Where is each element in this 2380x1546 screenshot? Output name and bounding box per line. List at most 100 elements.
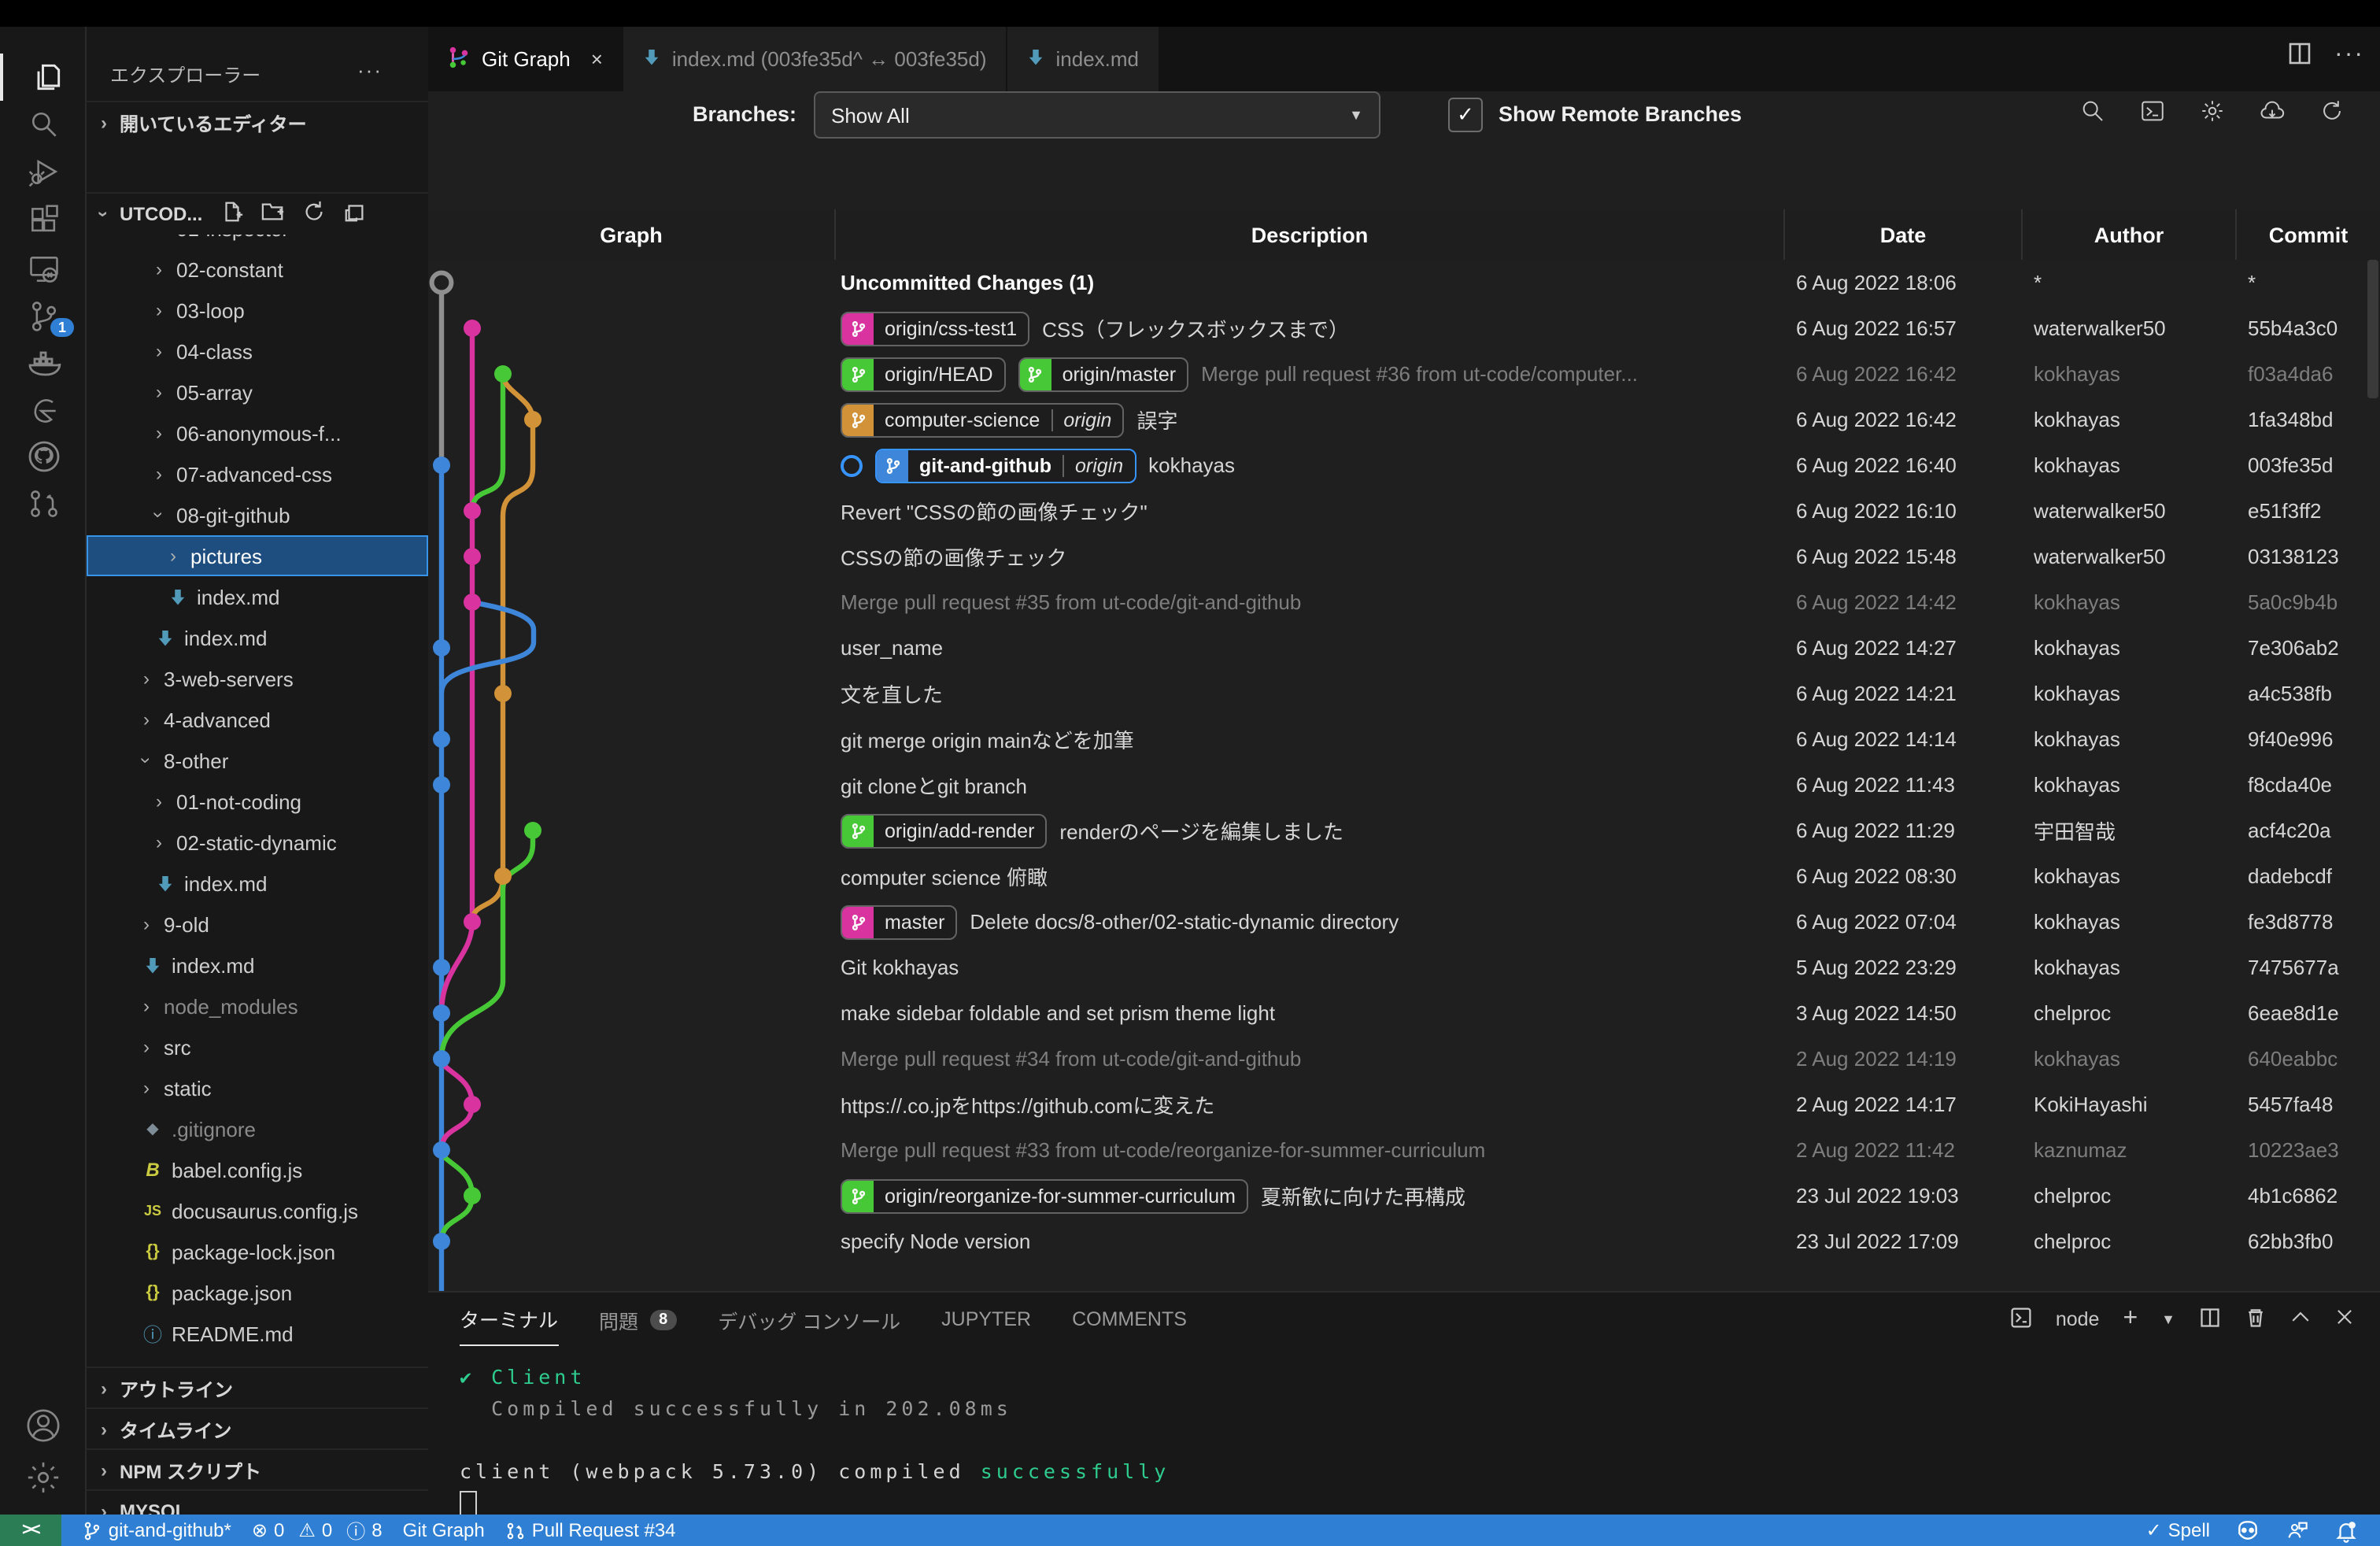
tree-folder-src[interactable]: ›src xyxy=(87,1026,428,1067)
commit-dot[interactable] xyxy=(433,1141,450,1159)
branches-dropdown[interactable]: Show All ▼ xyxy=(814,91,1380,139)
commit-dot[interactable] xyxy=(524,822,541,839)
feedback-icon[interactable] xyxy=(2286,1519,2309,1541)
pull-request-status[interactable]: Pull Request #34 xyxy=(505,1519,676,1541)
refresh-icon[interactable] xyxy=(2319,98,2345,132)
tree-folder-node-modules[interactable]: ›node_modules xyxy=(87,986,428,1026)
tree-file-index-md[interactable]: index.md xyxy=(87,945,428,986)
commit-dot[interactable] xyxy=(433,1050,450,1067)
tab-git-graph[interactable]: Git Graph× xyxy=(428,27,623,91)
commit-dot[interactable] xyxy=(464,548,481,565)
kill-terminal-icon[interactable] xyxy=(2245,1306,2267,1333)
tree-folder-02-static-dynamic[interactable]: ›02-static-dynamic xyxy=(87,822,428,863)
branch-badge[interactable]: master xyxy=(841,904,957,939)
tree-folder-01-not-coding[interactable]: ›01-not-coding xyxy=(87,781,428,822)
git-graph-status[interactable]: Git Graph xyxy=(403,1519,485,1541)
tree-folder-03-loop[interactable]: ›03-loop xyxy=(87,290,428,331)
extensions-icon[interactable] xyxy=(0,197,87,244)
spell-status[interactable]: ✓Spell xyxy=(2146,1519,2211,1541)
panel-tab--[interactable]: ターミナル xyxy=(460,1293,558,1346)
tree-folder-02-constant[interactable]: ›02-constant xyxy=(87,249,428,290)
commit-dot[interactable] xyxy=(464,320,481,337)
branch-badge[interactable]: origin/css-test1 xyxy=(841,311,1029,346)
commit-dot[interactable] xyxy=(433,776,450,793)
account-icon[interactable] xyxy=(0,1401,87,1448)
docker-icon[interactable] xyxy=(0,340,87,387)
commit-dot[interactable] xyxy=(464,502,481,520)
collapse-all-icon[interactable] xyxy=(342,200,366,228)
commit-dot[interactable] xyxy=(464,1187,481,1204)
commit-dot[interactable] xyxy=(433,1004,450,1022)
commit-dot[interactable] xyxy=(494,685,512,702)
panel-tab-comments[interactable]: COMMENTS xyxy=(1072,1293,1187,1346)
col-graph[interactable]: Graph xyxy=(428,209,834,260)
fetch-icon[interactable] xyxy=(2259,98,2286,132)
maximize-panel-icon[interactable] xyxy=(2290,1307,2311,1332)
branch-badge[interactable]: git-and-githuborigin xyxy=(875,448,1136,483)
tree-file--gitignore[interactable]: ◆.gitignore xyxy=(87,1108,428,1149)
tree-file-index-md[interactable]: index.md xyxy=(87,576,428,617)
workspace-section[interactable]: › UTCOD... xyxy=(87,192,428,235)
settings-gear-icon[interactable] xyxy=(0,1453,87,1500)
npm-scripts-section[interactable]: ›NPM スクリプト xyxy=(87,1448,428,1491)
outline-section[interactable]: ›アウトライン xyxy=(87,1367,428,1409)
branch-status[interactable]: git-and-github* xyxy=(82,1519,231,1541)
col-commit[interactable]: Commit xyxy=(2235,209,2380,260)
scrollbar-thumb[interactable] xyxy=(2367,260,2378,398)
tree-folder-9-old[interactable]: ›9-old xyxy=(87,904,428,945)
tree-file-index-md[interactable]: index.md xyxy=(87,617,428,658)
col-date[interactable]: Date xyxy=(1783,209,2021,260)
settings-icon[interactable] xyxy=(2199,98,2226,132)
tree-file-package-lock-json[interactable]: {}package-lock.json xyxy=(87,1231,428,1272)
tree-folder-05-array[interactable]: ›05-array xyxy=(87,372,428,412)
terminal-icon[interactable] xyxy=(2139,98,2166,132)
open-editors-section[interactable]: › 開いているエディター xyxy=(87,101,428,143)
branch-badge[interactable]: computer-scienceorigin xyxy=(841,402,1124,437)
problems-status[interactable]: ⊗0 ⚠0 ⓘ8 xyxy=(252,1517,382,1544)
close-panel-icon[interactable] xyxy=(2334,1307,2355,1332)
branch-badge[interactable]: origin/HEAD xyxy=(841,357,1006,391)
commit-dot[interactable] xyxy=(433,639,450,656)
commit-dot[interactable] xyxy=(464,913,481,930)
new-folder-icon[interactable] xyxy=(261,200,284,228)
timeline-section[interactable]: ›タイムライン xyxy=(87,1407,428,1450)
tree-folder-pictures[interactable]: ›pictures xyxy=(87,535,428,576)
show-remote-branches-checkbox[interactable]: ✓ xyxy=(1448,98,1483,132)
commit-dot[interactable] xyxy=(494,365,512,383)
panel-tab-jupyter[interactable]: JUPYTER xyxy=(941,1293,1031,1346)
split-terminal-icon[interactable] xyxy=(2199,1306,2221,1333)
tree-file-index-md[interactable]: index.md xyxy=(87,863,428,904)
panel-tab--[interactable]: デバッグ コンソール xyxy=(718,1293,900,1346)
col-author[interactable]: Author xyxy=(2021,209,2235,260)
tree-file-docusaurus-config-js[interactable]: JSdocusaurus.config.js xyxy=(87,1190,428,1231)
tree-file-package-json[interactable]: {}package.json xyxy=(87,1272,428,1313)
run-debug-icon[interactable] xyxy=(0,148,87,195)
terminal-dropdown-icon[interactable]: ▼ xyxy=(2161,1311,2175,1327)
close-icon[interactable]: × xyxy=(591,47,603,71)
branch-badge[interactable]: origin/reorganize-for-summer-curriculum xyxy=(841,1178,1248,1213)
tree-folder-06-anonymous-f-[interactable]: ›06-anonymous-f... xyxy=(87,412,428,453)
tree-folder-static[interactable]: ›static xyxy=(87,1067,428,1108)
refresh-icon[interactable] xyxy=(301,200,325,228)
tab-index-md-1[interactable]: index.md (003fe35d^ ↔ 003fe35d) xyxy=(623,27,1007,91)
commit-dot[interactable] xyxy=(464,594,481,611)
sidebar-more-icon[interactable]: ··· xyxy=(357,58,382,82)
source-control-icon[interactable]: 1 xyxy=(0,293,87,340)
explorer-icon[interactable] xyxy=(0,54,90,101)
terminal-output[interactable]: ✔ Client Compiled successfully in 202.08… xyxy=(460,1362,1170,1519)
find-commit-icon[interactable] xyxy=(2079,98,2106,132)
commit-dot[interactable] xyxy=(433,1233,450,1250)
commit-dot[interactable] xyxy=(433,730,450,748)
copilot-icon[interactable] xyxy=(2235,1519,2260,1541)
split-editor-icon[interactable] xyxy=(2287,41,2312,74)
mysql-section[interactable]: ›MYSQL xyxy=(87,1489,428,1515)
github-icon[interactable] xyxy=(0,433,87,480)
tree-folder-07-advanced-css[interactable]: ›07-advanced-css xyxy=(87,453,428,494)
branch-badge[interactable]: origin/master xyxy=(1018,357,1189,391)
more-actions-icon[interactable]: ··· xyxy=(2334,41,2364,74)
tree-folder-4-advanced[interactable]: ›4-advanced xyxy=(87,699,428,740)
commit-dot[interactable] xyxy=(464,1096,481,1113)
branch-badge[interactable]: origin/add-render xyxy=(841,813,1047,848)
notifications-bell-icon[interactable] xyxy=(2334,1518,2358,1542)
new-file-icon[interactable] xyxy=(220,200,243,228)
